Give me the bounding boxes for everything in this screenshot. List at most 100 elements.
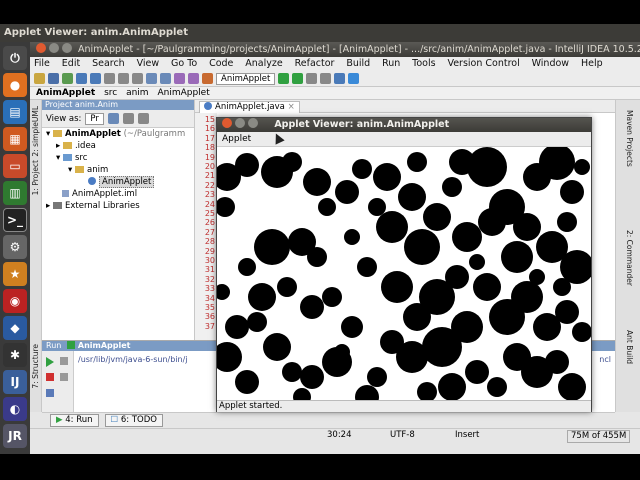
menu-file[interactable]: File xyxy=(34,58,50,69)
gear-icon[interactable] xyxy=(137,113,149,124)
menu-edit[interactable]: Edit xyxy=(62,58,80,69)
memory-indicator[interactable]: 75M of 455M xyxy=(567,430,631,443)
rerun-icon[interactable] xyxy=(46,357,54,367)
run-config-combo[interactable]: AnimApplet xyxy=(216,72,276,85)
maximize-icon[interactable] xyxy=(248,118,258,128)
menu-window[interactable]: Window xyxy=(532,58,569,69)
menu-goto[interactable]: Go To xyxy=(171,58,197,69)
jr-icon[interactable]: JR xyxy=(3,424,27,448)
eclipse-icon[interactable]: ◐ xyxy=(3,397,27,421)
save-icon[interactable] xyxy=(48,73,59,84)
store-icon[interactable]: ★ xyxy=(3,262,27,286)
editor-tab-animapplet[interactable]: AnimApplet.java × xyxy=(199,101,300,113)
expand-icon[interactable]: ▸ xyxy=(56,141,60,151)
impress-icon[interactable]: ▦ xyxy=(3,127,27,151)
help-icon[interactable] xyxy=(348,73,360,84)
ubuntu-one-icon[interactable]: ◉ xyxy=(3,289,27,313)
power-icon[interactable]: ⏻ xyxy=(3,46,27,70)
calc-icon[interactable]: ▥ xyxy=(3,181,27,205)
tab-todo[interactable]: ☐ 6: TODO xyxy=(104,414,163,427)
run-icon[interactable] xyxy=(278,73,290,84)
cursor-position[interactable]: 30:24 xyxy=(327,429,352,442)
back-icon[interactable] xyxy=(174,73,185,84)
tab-maven-projects[interactable]: Maven Projects xyxy=(624,110,634,167)
menu-code[interactable]: Code xyxy=(209,58,233,69)
settings-icon[interactable]: ⚙ xyxy=(3,235,27,259)
maximize-icon[interactable] xyxy=(62,43,72,53)
nav-anim[interactable]: anim xyxy=(126,88,149,98)
structure-icon[interactable] xyxy=(320,73,332,84)
menu-search[interactable]: Search xyxy=(92,58,125,69)
undo-icon[interactable] xyxy=(76,73,87,84)
expand-icon[interactable]: ▾ xyxy=(56,153,60,163)
nav-project[interactable]: AnimApplet xyxy=(36,88,95,98)
tree-item-idea[interactable]: ▸ .idea xyxy=(42,140,194,152)
virtualbox-icon[interactable]: ◆ xyxy=(3,316,27,340)
writer-icon[interactable]: ▤ xyxy=(3,100,27,124)
line-number: 16 xyxy=(204,124,215,134)
tab-run[interactable]: ▶ 4: Run xyxy=(50,414,99,427)
firefox-icon[interactable]: ● xyxy=(3,73,27,97)
animated-circle xyxy=(282,152,302,172)
debug-icon[interactable] xyxy=(292,73,304,84)
tree-item-libraries[interactable]: ▸ External Libraries xyxy=(42,200,194,212)
applet-canvas[interactable] xyxy=(217,147,591,400)
expand-icon[interactable]: ▸ xyxy=(46,201,50,211)
tree-item-src[interactable]: ▾ src xyxy=(42,152,194,164)
menu-version-control[interactable]: Version Control xyxy=(447,58,519,69)
top-panel: Applet Viewer: anim.AnimApplet xyxy=(0,24,640,42)
scroll-down-icon[interactable] xyxy=(60,373,68,381)
files-icon[interactable]: ▭ xyxy=(3,154,27,178)
make-icon[interactable] xyxy=(202,73,213,84)
tree-item-animapplet[interactable]: AnimApplet xyxy=(42,176,194,188)
tab-commander[interactable]: 2: Commander xyxy=(624,230,634,286)
nav-src[interactable]: src xyxy=(104,88,117,98)
scroll-from-source-icon[interactable] xyxy=(107,113,119,124)
menu-refactor[interactable]: Refactor xyxy=(295,58,335,69)
collapse-all-icon[interactable] xyxy=(122,113,134,124)
expand-icon[interactable]: ▾ xyxy=(46,129,50,139)
tab-project[interactable]: 1: Project xyxy=(31,160,41,195)
close-icon[interactable] xyxy=(222,118,232,128)
copy-icon[interactable] xyxy=(118,73,129,84)
menu-run[interactable]: Run xyxy=(382,58,400,69)
find-icon[interactable] xyxy=(146,73,157,84)
nav-class[interactable]: AnimApplet xyxy=(157,88,209,98)
menu-applet[interactable]: Applet xyxy=(222,134,251,144)
menu-tools[interactable]: Tools xyxy=(412,58,435,69)
sync-icon[interactable] xyxy=(62,73,73,84)
terminal-icon[interactable]: >_ xyxy=(3,208,27,232)
close-tab-icon[interactable]: × xyxy=(288,102,295,112)
replace-icon[interactable] xyxy=(160,73,171,84)
view-as-combo[interactable]: Pr xyxy=(85,112,104,125)
expand-icon[interactable]: ▾ xyxy=(68,165,72,175)
minimize-icon[interactable] xyxy=(49,43,59,53)
applet-title-bar[interactable]: Applet Viewer: anim.AnimApplet xyxy=(217,118,591,132)
encoding[interactable]: UTF-8 xyxy=(390,429,415,442)
tab-simpleuml[interactable]: 2: simpleUML xyxy=(31,106,41,157)
stop-icon[interactable] xyxy=(46,373,54,381)
minimize-icon[interactable] xyxy=(235,118,245,128)
forward-icon[interactable] xyxy=(188,73,199,84)
pause-icon[interactable] xyxy=(46,389,54,397)
scroll-up-icon[interactable] xyxy=(60,357,68,365)
view-as-label: View as: xyxy=(46,113,82,124)
spider-icon[interactable]: ✱ xyxy=(3,343,27,367)
vcs-icon[interactable] xyxy=(334,73,346,84)
tree-item-anim[interactable]: ▾ anim xyxy=(42,164,194,176)
close-icon[interactable] xyxy=(36,43,46,53)
menu-build[interactable]: Build xyxy=(346,58,370,69)
intellij-icon[interactable]: IJ xyxy=(3,370,27,394)
menu-analyze[interactable]: Analyze xyxy=(245,58,282,69)
open-icon[interactable] xyxy=(34,73,45,84)
paste-icon[interactable] xyxy=(132,73,143,84)
tree-item-iml[interactable]: AnimApplet.iml xyxy=(42,188,194,200)
tab-ant-build[interactable]: Ant Build xyxy=(624,330,634,364)
tab-structure[interactable]: 7: Structure xyxy=(31,344,41,389)
menu-view[interactable]: View xyxy=(137,58,160,69)
cut-icon[interactable] xyxy=(104,73,115,84)
settings-icon[interactable] xyxy=(306,73,318,84)
redo-icon[interactable] xyxy=(90,73,101,84)
tree-item-project[interactable]: ▾ AnimApplet (~/Paulgramm xyxy=(42,128,194,140)
menu-help[interactable]: Help xyxy=(581,58,603,69)
